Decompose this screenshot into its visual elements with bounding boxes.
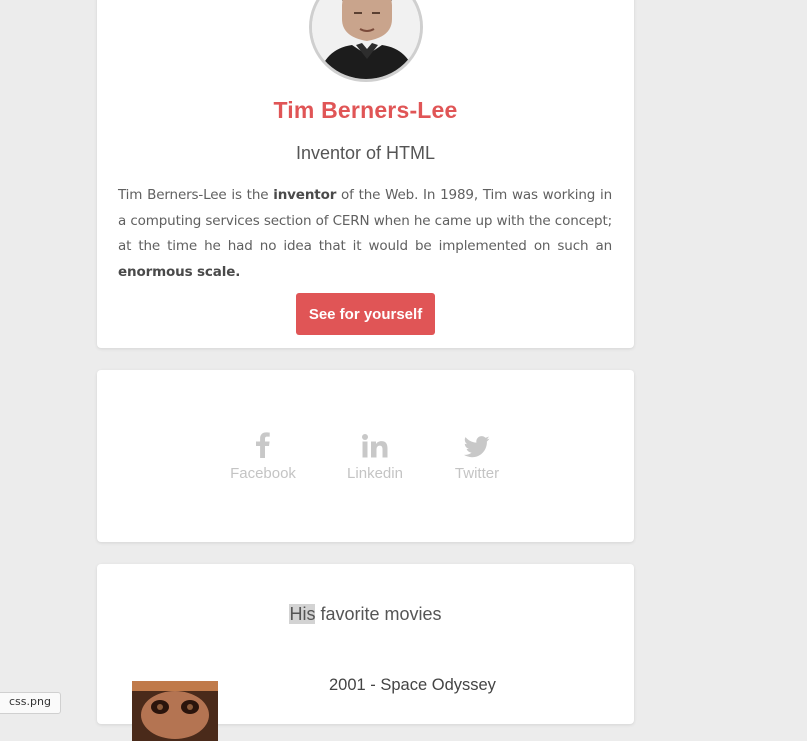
profile-title: Inventor of HTML [295,143,436,163]
bio-bold-1: inventor [273,187,337,203]
twitter-icon [449,426,505,458]
movie-thumbnail[interactable] [132,681,218,741]
see-for-yourself-button[interactable]: See for yourself [296,293,435,335]
movie-title[interactable]: 2001 - Space Odyssey [329,676,496,695]
social-link-linkedin[interactable]: Linkedin [341,426,409,482]
facebook-icon [227,426,299,458]
heading-rest: favorite movies [315,604,442,624]
social-link-twitter[interactable]: Twitter [449,426,505,482]
social-link-facebook[interactable]: Facebook [227,426,299,482]
avatar-photo [312,0,420,79]
movies-card: His favorite movies 2001 - Space Odyssey [97,564,634,741]
profile-bio: Tim Berners-Lee is the inventor of the W… [118,183,612,286]
facebook-label: Facebook [230,465,296,482]
linkedin-icon [341,426,409,458]
linkedin-label: Linkedin [347,465,403,482]
social-card: Facebook Linkedin Twitter [97,370,634,542]
twitter-label: Twitter [454,465,500,482]
avatar [309,0,423,82]
download-item[interactable]: css.png [0,692,61,714]
heading-highlight: His [289,604,316,624]
bio-bold-2: enormous scale. [118,264,241,281]
movies-heading: His favorite movies [97,604,634,625]
bio-text-1: Tim Berners-Lee is the [118,187,274,203]
profile-card: Tim Berners-Lee Inventor of HTML Tim Ber… [97,0,634,348]
profile-name: Tim Berners-Lee [273,97,458,123]
